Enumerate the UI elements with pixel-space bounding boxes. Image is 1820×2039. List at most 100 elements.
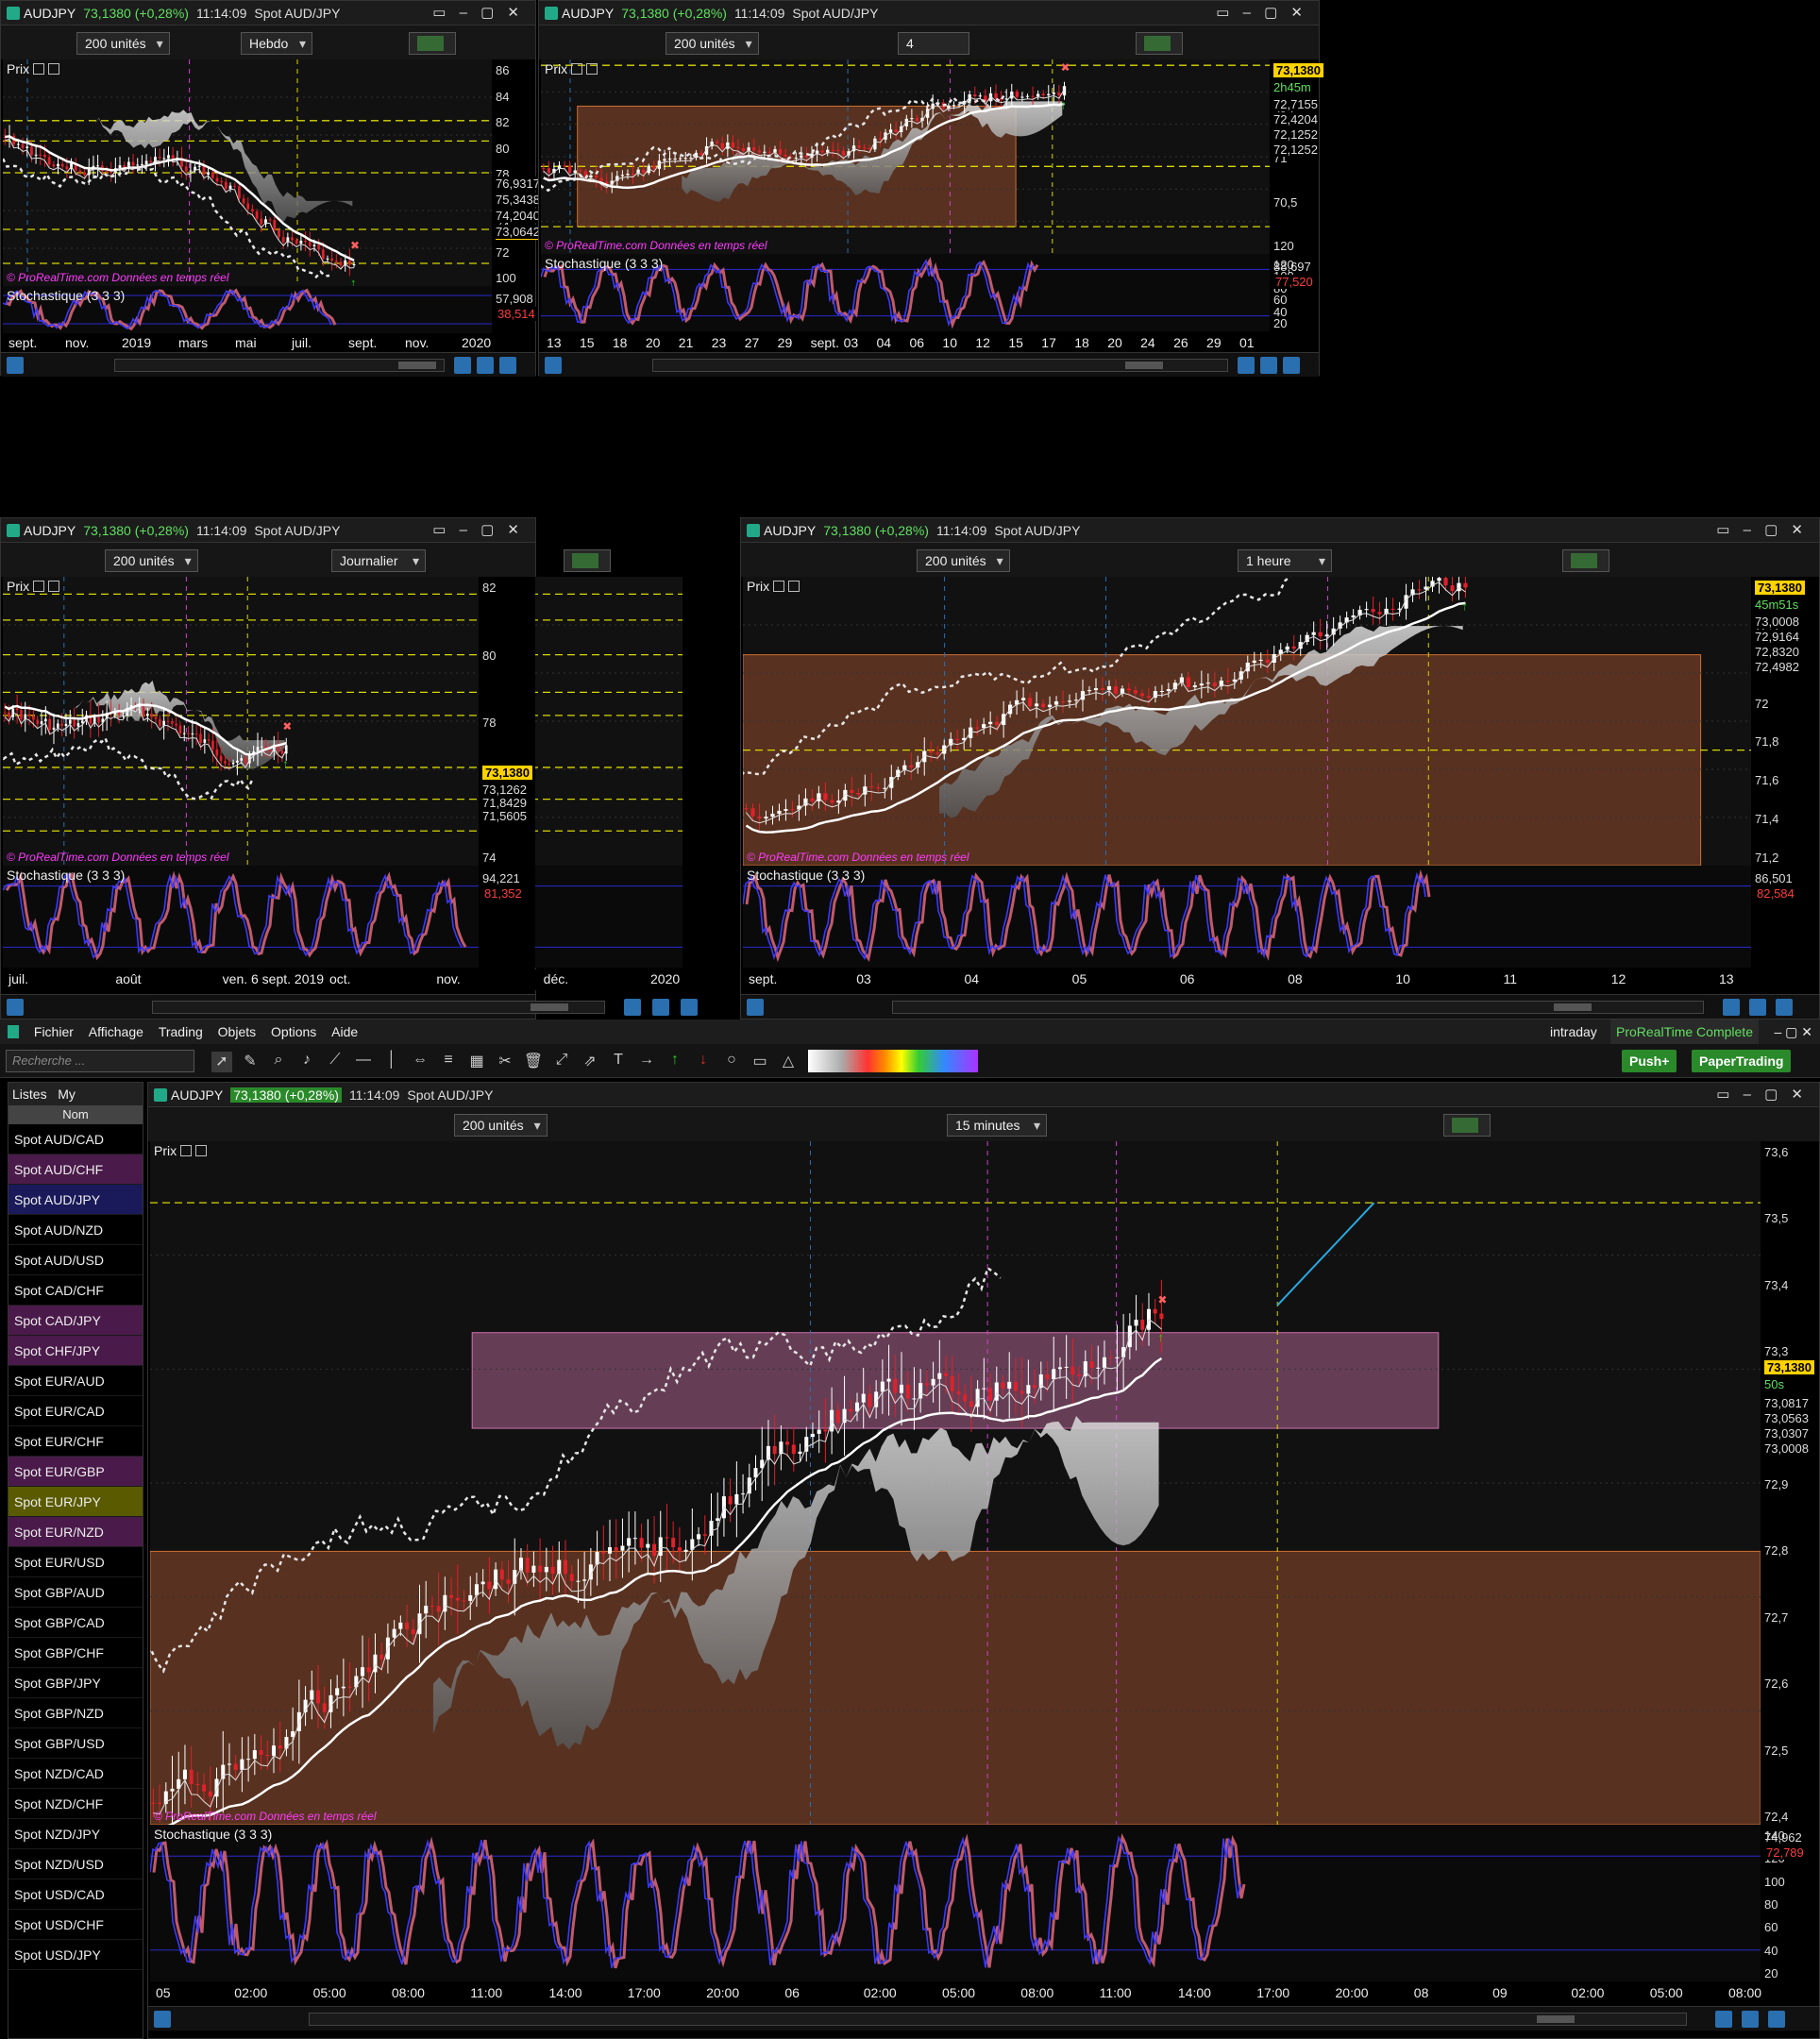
menu-trading[interactable]: Trading xyxy=(159,1024,203,1039)
price-axis[interactable]: 73,571,57170,512073,13802h45m72,715572,4… xyxy=(1270,59,1323,254)
list-item[interactable]: Spot GBP/CAD xyxy=(8,1608,143,1638)
share-icon[interactable] xyxy=(154,2011,171,2028)
papertrading-button[interactable]: PaperTrading xyxy=(1692,1050,1792,1072)
channel-icon[interactable]: ⇔ xyxy=(410,1052,430,1072)
window-titlebar[interactable]: AUDJPY 73,1380 (+0,28%) 11:14:09 Spot AUD/J… xyxy=(1,518,535,543)
list-item[interactable]: Spot AUD/USD xyxy=(8,1245,143,1275)
rectangle-icon[interactable]: ▭ xyxy=(750,1052,770,1072)
price-chart[interactable]: ✖↑ Prix © ProRealTime.com Données en tem… xyxy=(743,577,1751,866)
list-item[interactable]: Spot CAD/CHF xyxy=(8,1275,143,1306)
symbol-label[interactable]: AUDJPY xyxy=(764,523,816,538)
window-titlebar[interactable]: AUDJPY 73,1380 (+0,28%) 11:14:09 Spot AUD/J… xyxy=(741,518,1819,543)
price-axis[interactable]: 828078767473,138073,126271,842971,5605 xyxy=(479,577,535,866)
list-item[interactable]: Spot EUR/NZD xyxy=(8,1517,143,1547)
share-icon[interactable] xyxy=(7,357,24,374)
window-controls-icon[interactable]: ▭ – ▢ ✕ xyxy=(432,518,524,542)
magnifier-icon[interactable]: ⌕ xyxy=(268,1052,289,1072)
stochastic-panel[interactable]: Stochastique (3 3 3) xyxy=(541,254,1272,331)
list-item[interactable]: Spot CHF/JPY xyxy=(8,1336,143,1366)
list-item[interactable]: Spot AUD/JPY xyxy=(8,1185,143,1215)
tab-listes[interactable]: Listes xyxy=(12,1087,47,1102)
list-item[interactable]: Spot NZD/CHF xyxy=(8,1789,143,1819)
list-item[interactable]: Spot EUR/USD xyxy=(8,1547,143,1577)
zoom-reset-icon[interactable] xyxy=(1715,2011,1732,2028)
scrollbar[interactable] xyxy=(114,359,445,372)
list-item[interactable]: Spot AUD/CHF xyxy=(8,1154,143,1185)
zoom-out-icon[interactable] xyxy=(477,357,494,374)
zoom-out-icon[interactable] xyxy=(1742,2011,1759,2028)
push-button[interactable]: Push+ xyxy=(1622,1050,1677,1072)
units-select[interactable]: 200 unités xyxy=(666,32,759,55)
list-item[interactable]: Spot GBP/JPY xyxy=(8,1668,143,1698)
grid-icon[interactable]: ▦ xyxy=(466,1052,487,1072)
zoom-in-icon[interactable] xyxy=(1776,999,1793,1016)
price-chart[interactable]: ✖↑ Prix © ProRealTime.com Données en tem… xyxy=(3,577,682,866)
up-arrow-icon[interactable]: ↑ xyxy=(665,1052,685,1072)
symbol-label[interactable]: AUDJPY xyxy=(24,523,76,538)
window-controls-icon[interactable]: ▭ – ▢ ✕ xyxy=(432,1,524,25)
symbol-label[interactable]: AUDJPY xyxy=(562,6,614,21)
list-item[interactable]: Spot USD/CHF xyxy=(8,1910,143,1940)
add-indicator-button[interactable] xyxy=(409,32,456,55)
zoom-in-icon[interactable] xyxy=(499,357,516,374)
list-item[interactable]: Spot EUR/JPY xyxy=(8,1487,143,1517)
window-titlebar[interactable]: AUDJPY 73,1380 (+0,28%) 11:14:09 Spot AUD/J… xyxy=(1,1,535,25)
zoom-in-icon[interactable] xyxy=(1768,2011,1785,2028)
menu-fichier[interactable]: Fichier xyxy=(34,1024,74,1039)
share-icon[interactable] xyxy=(747,999,764,1016)
stochastic-panel[interactable]: Stochastique (3 3 3) xyxy=(3,866,682,968)
list-item[interactable]: Spot AUD/NZD xyxy=(8,1215,143,1245)
add-indicator-button[interactable] xyxy=(1443,1114,1491,1137)
mode-label[interactable]: intraday xyxy=(1550,1020,1597,1044)
tab-my[interactable]: My xyxy=(58,1087,76,1102)
right-arrow-icon[interactable]: → xyxy=(636,1052,657,1072)
timeframe-select[interactable]: 4 heures xyxy=(898,32,969,95)
menu-affichage[interactable]: Affichage xyxy=(89,1024,143,1039)
search-input[interactable]: Recherche ... xyxy=(6,1050,194,1072)
zoom-out-icon[interactable] xyxy=(1260,357,1277,374)
zoom-in-icon[interactable] xyxy=(681,999,698,1016)
list-item[interactable]: Spot EUR/GBP xyxy=(8,1457,143,1487)
menu-aide[interactable]: Aide xyxy=(331,1024,358,1039)
list-item[interactable]: Spot USD/JPY xyxy=(8,1940,143,1970)
scrollbar[interactable] xyxy=(892,1001,1704,1014)
zoom-reset-icon[interactable] xyxy=(624,999,641,1016)
window-controls-icon[interactable]: ▭ – ▢ ✕ xyxy=(1216,1,1307,25)
stochastic-panel[interactable]: Stochastique (3 3 3) xyxy=(3,286,494,333)
symbol-label[interactable]: AUDJPY xyxy=(24,6,76,21)
cursor-icon[interactable]: ➚ xyxy=(211,1052,232,1072)
price-chart[interactable]: ✖↑ Prix © ProRealTime.com Données en tem… xyxy=(541,59,1272,254)
zoom-out-icon[interactable] xyxy=(1749,999,1766,1016)
timeframe-select[interactable]: 15 minutes xyxy=(947,1114,1047,1137)
scrollbar[interactable] xyxy=(652,359,1228,372)
share-icon[interactable] xyxy=(7,999,24,1016)
scrollbar[interactable] xyxy=(309,2013,1687,2026)
list-header[interactable]: Nom xyxy=(8,1105,143,1124)
price-chart[interactable]: ✖↑ Prix © ProRealTime.com Données en tem… xyxy=(150,1141,1761,1825)
share-icon[interactable] xyxy=(545,357,562,374)
trash-icon[interactable]: 🗑 xyxy=(523,1052,544,1072)
scrollbar[interactable] xyxy=(152,1001,605,1014)
zoom-reset-icon[interactable] xyxy=(1238,357,1255,374)
stochastic-panel[interactable]: Stochastique (3 3 3) xyxy=(150,1825,1761,1981)
zoom-in-icon[interactable] xyxy=(1283,357,1300,374)
list-item[interactable]: Spot NZD/USD xyxy=(8,1849,143,1879)
list-item[interactable]: Spot EUR/CHF xyxy=(8,1426,143,1457)
color-palette[interactable] xyxy=(808,1050,978,1072)
menu-options[interactable]: Options xyxy=(271,1024,316,1039)
text-icon[interactable]: T xyxy=(608,1052,629,1072)
units-select[interactable]: 200 unités xyxy=(76,32,170,55)
list-item[interactable]: Spot CAD/JPY xyxy=(8,1306,143,1336)
trendline-icon[interactable]: ⟋ xyxy=(325,1052,345,1072)
list-item[interactable]: Spot GBP/CHF xyxy=(8,1638,143,1668)
list-item[interactable]: Spot NZD/CAD xyxy=(8,1759,143,1789)
units-select[interactable]: 200 unités xyxy=(105,549,198,572)
zoom-reset-icon[interactable] xyxy=(1723,999,1740,1016)
list-item[interactable]: Spot GBP/NZD xyxy=(8,1698,143,1728)
list-item[interactable]: Spot AUD/CAD xyxy=(8,1124,143,1154)
window-titlebar[interactable]: AUDJPY 73,1380 (+0,28%) 11:14:09 Spot AUD/J… xyxy=(148,1083,1819,1107)
app-window-controls-icon[interactable]: – ▢ ✕ xyxy=(1774,1020,1812,1044)
price-axis[interactable]: 868482807876747210073,138076,931775,3438… xyxy=(492,59,546,286)
add-indicator-button[interactable] xyxy=(564,549,611,572)
menu-objets[interactable]: Objets xyxy=(218,1024,256,1039)
